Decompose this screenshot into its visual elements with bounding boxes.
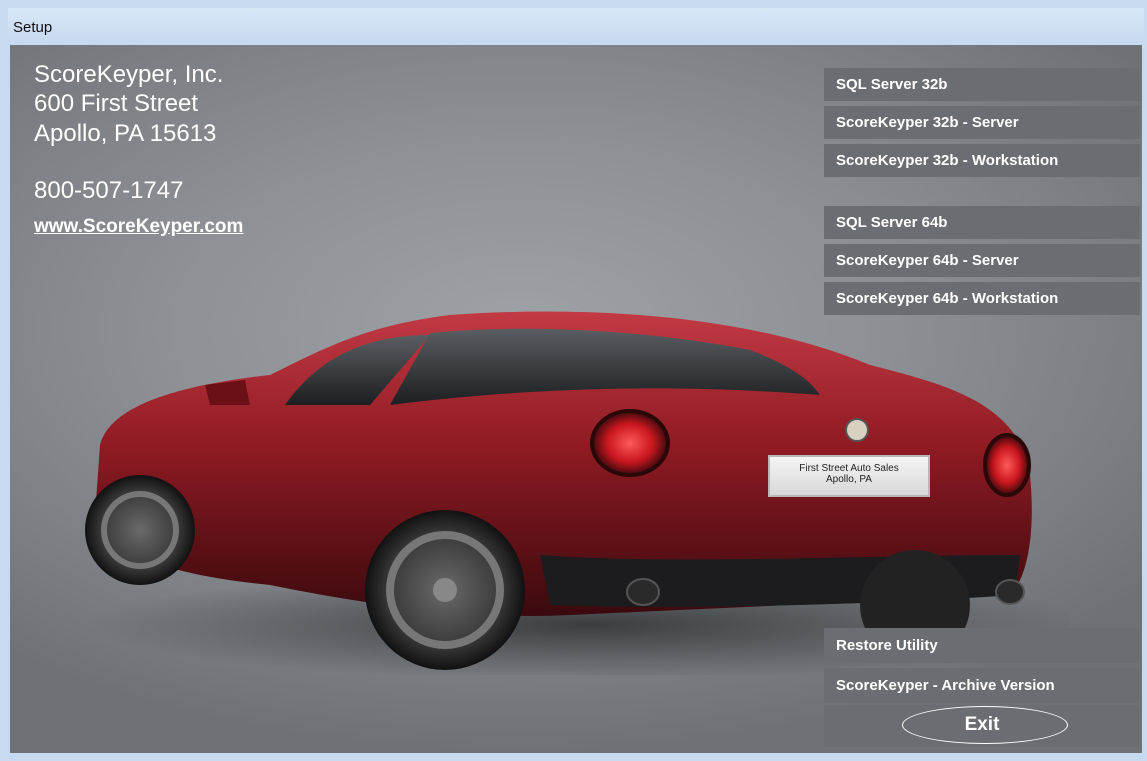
restore-utility-button[interactable]: Restore Utility [824, 628, 1140, 663]
scorekeyper-32b-workstation-button[interactable]: ScoreKeyper 32b - Workstation [824, 144, 1140, 177]
sql-server-32b-button[interactable]: SQL Server 32b [824, 68, 1140, 101]
company-name: ScoreKeyper, Inc. [34, 61, 224, 88]
setup-window: Setup First Street Auto Sales Apollo, PA… [0, 0, 1147, 761]
exit-button[interactable]: Exit [824, 705, 1140, 747]
window-title: Setup [13, 19, 53, 36]
company-street: 600 First Street [34, 90, 199, 117]
plate-line-2: Apollo, PA [826, 474, 872, 485]
company-city: Apollo, PA 15613 [34, 120, 217, 147]
plate-line-1: First Street Auto Sales [799, 463, 899, 474]
title-bar[interactable]: Setup [8, 8, 1144, 45]
sql-server-64b-button[interactable]: SQL Server 64b [824, 206, 1140, 239]
scorekeyper-32b-server-button[interactable]: ScoreKeyper 32b - Server [824, 106, 1140, 139]
exit-label: Exit [964, 714, 1000, 735]
archive-version-button[interactable]: ScoreKeyper - Archive Version [824, 668, 1140, 703]
company-phone: 800-507-1747 [34, 177, 184, 204]
scorekeyper-64b-workstation-button[interactable]: ScoreKeyper 64b - Workstation [824, 282, 1140, 315]
setup-client-area: First Street Auto Sales Apollo, PA Score… [10, 45, 1142, 753]
scorekeyper-64b-server-button[interactable]: ScoreKeyper 64b - Server [824, 244, 1140, 277]
website-link[interactable]: www.ScoreKeyper.com [34, 213, 243, 241]
license-plate: First Street Auto Sales Apollo, PA [768, 455, 930, 497]
